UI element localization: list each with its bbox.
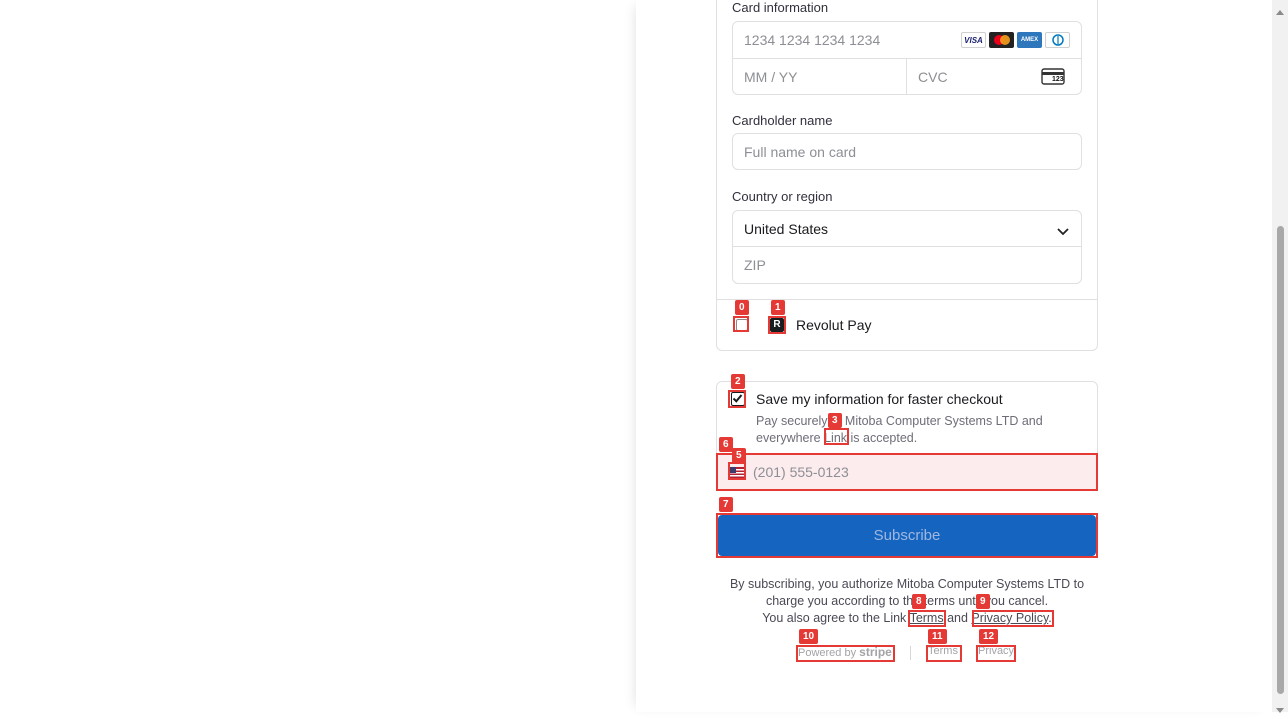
overlay-box-0 — [733, 316, 749, 332]
chevron-down-icon — [1057, 224, 1069, 242]
legal-and-text: and — [943, 611, 972, 625]
overlay-box-2 — [728, 390, 746, 408]
overlay-box-12 — [976, 645, 1016, 662]
overlay-tag-1: 1 — [771, 300, 785, 315]
scrollbar-thumb[interactable] — [1277, 226, 1284, 694]
overlay-tag-10: 10 — [799, 629, 819, 644]
overlay-tag-7: 7 — [719, 497, 733, 512]
country-label: Country or region — [732, 189, 833, 204]
left-pane — [0, 0, 636, 712]
overlay-box-7 — [716, 513, 1098, 558]
card-information-label: Card information — [732, 0, 829, 15]
country-selected-value: United States — [744, 221, 829, 237]
footer-divider — [910, 646, 911, 660]
save-info-title: Save my information for faster checkout — [756, 391, 1003, 407]
zip-input[interactable]: ZIP — [732, 246, 1082, 284]
amex-icon: AMEX — [1017, 32, 1042, 48]
overlay-tag-5: 5 — [732, 448, 746, 463]
page-scrollbar[interactable] — [1272, 0, 1288, 713]
overlay-box-1 — [768, 316, 786, 334]
country-select[interactable]: United States — [732, 210, 1082, 247]
overlay-box-6 — [716, 453, 1098, 491]
cardholder-name-input[interactable]: Full name on card — [732, 133, 1082, 170]
revolut-pay-label: Revolut Pay — [796, 317, 872, 333]
expiry-field[interactable]: MM / YY — [732, 58, 907, 95]
cvc-field[interactable]: CVC 123 — [906, 58, 1082, 95]
cvc-card-icon: 123 — [1041, 68, 1065, 85]
cardholder-name-placeholder: Full name on card — [744, 144, 857, 160]
cvc-icon-digits: 123 — [1052, 76, 1064, 83]
overlay-tag-3: 3 — [828, 413, 842, 428]
scroll-up-arrow-icon[interactable] — [1276, 2, 1284, 20]
legal-agree-text: You also agree to the Link — [762, 611, 910, 625]
overlay-tag-12: 12 — [979, 629, 999, 644]
overlay-box-8 — [908, 610, 946, 627]
overlay-tag-6: 6 — [719, 437, 733, 452]
card-number-field[interactable]: 1234 1234 1234 1234 VISA AMEX — [732, 21, 1082, 59]
cvc-placeholder: CVC — [918, 69, 948, 85]
cardholder-name-label: Cardholder name — [732, 113, 833, 128]
overlay-tag-2: 2 — [731, 374, 745, 389]
mastercard-icon — [989, 32, 1014, 48]
zip-placeholder: ZIP — [744, 257, 766, 273]
save-info-description: Pay securely at Mitoba Computer Systems … — [756, 413, 1066, 447]
overlay-box-11 — [926, 645, 962, 662]
save-info-desc-end: is accepted. — [847, 431, 918, 445]
overlay-box-9 — [972, 610, 1054, 627]
legal-authorization-text: By subscribing, you authorize Mitoba Com… — [729, 577, 1085, 608]
expiry-placeholder: MM / YY — [744, 69, 798, 85]
card-number-placeholder: 1234 1234 1234 1234 — [744, 32, 881, 48]
overlay-tag-11: 11 — [928, 629, 947, 644]
overlay-box-3 — [824, 428, 849, 445]
diners-club-icon — [1045, 32, 1070, 48]
checkout-panel: Card information 1234 1234 1234 1234 VIS… — [636, 0, 1272, 712]
overlay-tag-9: 9 — [976, 594, 990, 609]
overlay-box-10 — [796, 645, 895, 662]
scroll-down-arrow-icon[interactable] — [1276, 701, 1284, 719]
overlay-tag-8: 8 — [912, 594, 926, 609]
visa-icon: VISA — [961, 32, 986, 48]
overlay-tag-0: 0 — [735, 300, 749, 315]
